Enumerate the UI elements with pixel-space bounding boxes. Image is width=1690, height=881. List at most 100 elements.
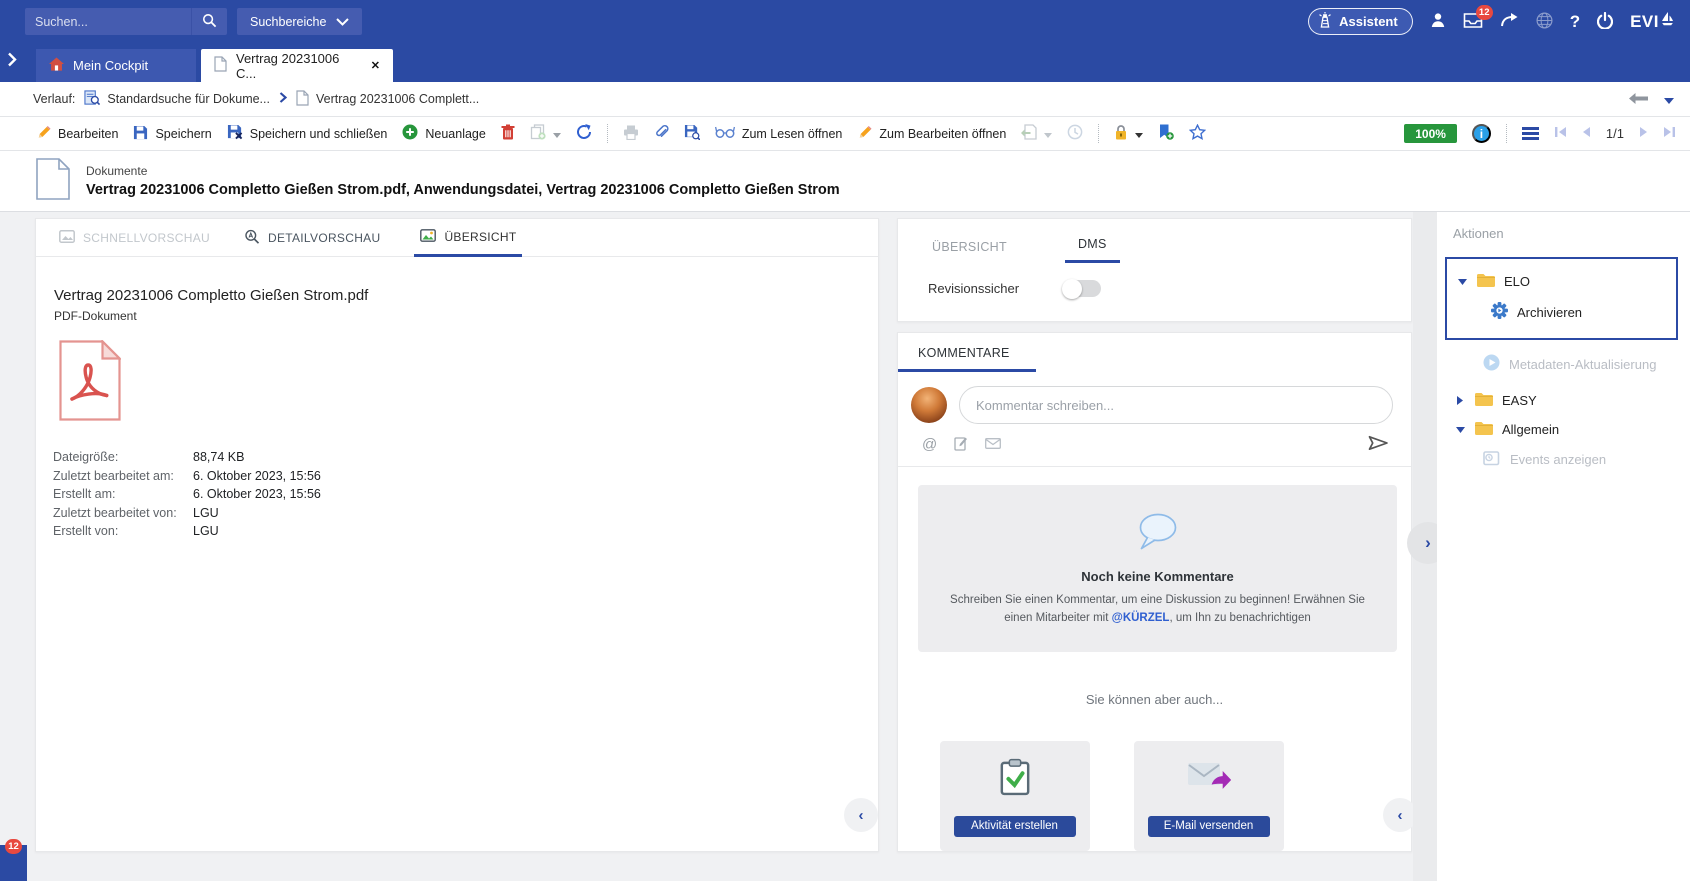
history-back-button[interactable]	[1629, 92, 1648, 107]
action-label: Events anzeigen	[1510, 452, 1606, 467]
open-read-button[interactable]: Zum Lesen öffnen	[715, 126, 843, 141]
action-archivieren[interactable]: Archivieren	[1457, 296, 1676, 328]
comment-input[interactable]	[959, 386, 1393, 424]
revision-row: Revisionssicher	[898, 263, 1411, 297]
folder-elo[interactable]: ELO	[1457, 267, 1676, 296]
compose-toolbar: @	[898, 424, 1411, 467]
globe-button[interactable]	[1536, 12, 1553, 32]
save-close-button[interactable]: Speichern und schließen	[227, 124, 388, 143]
tab-details-dms[interactable]: DMS	[1065, 237, 1120, 263]
attachment-button[interactable]	[654, 124, 669, 143]
pencil-icon	[857, 125, 872, 143]
inbox-button[interactable]: 12	[1463, 13, 1483, 31]
folder-allgemein[interactable]: Allgemein	[1449, 415, 1678, 444]
last-page-icon	[1663, 126, 1676, 141]
mention-link[interactable]: @KÜRZEL	[1112, 612, 1170, 624]
notification-badge: 12	[5, 839, 22, 854]
delete-button[interactable]	[501, 124, 515, 143]
actions-title: Aktionen	[1453, 226, 1678, 241]
folder-easy[interactable]: EASY	[1449, 386, 1678, 415]
tab-uebersicht[interactable]: ÜBERSICHT	[414, 219, 522, 257]
meta-value: LGU	[193, 522, 219, 541]
email-button[interactable]	[985, 437, 1001, 452]
collapse-preview-button[interactable]: ‹	[844, 798, 878, 832]
favorite-button[interactable]	[1189, 124, 1206, 143]
breadcrumb-item-document[interactable]: Vertrag 20231006 Complett...	[296, 90, 479, 109]
trash-icon	[501, 124, 515, 143]
lock-button[interactable]	[1114, 124, 1143, 143]
tab-schnellvorschau[interactable]: SCHNELLVORSCHAU	[59, 219, 210, 257]
new-item-label: Neuanlage	[425, 127, 485, 141]
tab-mein-cockpit[interactable]: Mein Cockpit	[36, 49, 196, 82]
menu-button[interactable]	[1522, 127, 1539, 140]
assistant-button[interactable]: Assistent	[1308, 8, 1413, 35]
open-edit-button[interactable]: Zum Bearbeiten öffnen	[857, 125, 1006, 143]
meta-row: Zuletzt bearbeitet von:LGU	[53, 504, 878, 523]
folder-label: Allgemein	[1502, 422, 1559, 437]
forward-button[interactable]	[1500, 13, 1519, 30]
details-panel: ÜBERSICHT DMS Revisionssicher	[897, 218, 1412, 322]
comments-panel: KOMMENTARE @ Noch keine Kommentare Schre…	[897, 332, 1412, 852]
user-button[interactable]	[1430, 12, 1446, 31]
checkout-button[interactable]	[1021, 124, 1052, 143]
event-clock-icon	[1483, 450, 1501, 469]
breadcrumb-separator-icon	[279, 92, 287, 106]
caret-down-icon	[1044, 127, 1052, 141]
empty-text-after: , um Ihn zu benachrichtigen	[1169, 612, 1310, 624]
alternatives-label: Sie können aber auch...	[898, 692, 1411, 707]
meta-row: Dateigröße:88,74 KB	[53, 448, 878, 467]
sidebar-expand-button[interactable]	[7, 52, 17, 70]
edit-button[interactable]: Bearbeiten	[36, 125, 118, 143]
collapsed-sidebar-strip[interactable]: 12	[0, 845, 27, 881]
save-button[interactable]: Speichern	[133, 125, 211, 143]
search-scope-button[interactable]: Suchbereiche	[237, 8, 362, 35]
tab-kommentare[interactable]: KOMMENTARE	[898, 333, 1036, 372]
bookmark-add-button[interactable]	[1158, 124, 1174, 143]
open-edit-label: Zum Bearbeiten öffnen	[879, 127, 1006, 141]
mention-button[interactable]: @	[922, 436, 937, 453]
last-page-button[interactable]	[1663, 126, 1676, 141]
action-label: Archivieren	[1517, 305, 1582, 320]
copy-button[interactable]	[530, 124, 561, 143]
close-icon[interactable]: ✕	[371, 59, 380, 72]
breadcrumb-text: Vertrag 20231006 Complett...	[316, 92, 479, 106]
save-search-button[interactable]	[684, 124, 700, 143]
send-comment-button[interactable]	[1368, 435, 1389, 454]
create-activity-button[interactable]: Aktivität erstellen	[954, 816, 1076, 837]
toolbar-divider	[607, 124, 608, 143]
caret-down-icon	[1455, 427, 1465, 433]
folder-icon	[1474, 392, 1493, 409]
history-button[interactable]	[1067, 124, 1083, 143]
print-button[interactable]	[623, 125, 639, 143]
meta-label: Zuletzt bearbeitet von:	[53, 504, 193, 523]
note-button[interactable]	[954, 436, 968, 454]
new-item-button[interactable]: Neuanlage	[402, 124, 485, 143]
breadcrumb: Verlauf: Standardsuche für Dokume... Ver…	[0, 82, 1690, 117]
refresh-button[interactable]	[576, 124, 592, 143]
inbox-badge: 12	[1476, 5, 1493, 20]
note-pen-icon	[954, 436, 968, 454]
image-icon	[59, 230, 75, 246]
breadcrumb-item-search[interactable]: Standardsuche für Dokume...	[84, 90, 270, 109]
envelope-forward-icon	[1187, 758, 1231, 801]
search-button[interactable]	[191, 8, 227, 35]
revision-toggle[interactable]	[1063, 280, 1101, 297]
history-dropdown-button[interactable]	[1664, 92, 1674, 107]
first-page-button[interactable]	[1554, 126, 1567, 141]
tab-detailvorschau[interactable]: DETAILVORSCHAU	[244, 219, 380, 257]
help-button[interactable]: ?	[1570, 12, 1580, 32]
floppy-close-icon	[227, 124, 243, 143]
document-export-icon	[1021, 124, 1037, 143]
search-input[interactable]	[25, 8, 191, 35]
info-button[interactable]: i	[1472, 124, 1491, 143]
next-page-button[interactable]	[1639, 126, 1648, 141]
prev-page-button[interactable]	[1582, 126, 1591, 141]
meta-label: Dateigröße:	[53, 448, 193, 467]
tab-details-uebersicht[interactable]: ÜBERSICHT	[919, 240, 1020, 263]
tab-document[interactable]: Vertrag 20231006 C... ✕	[201, 49, 393, 82]
logout-button[interactable]	[1597, 12, 1613, 32]
content-area: SCHNELLVORSCHAU DETAILVORSCHAU ÜBERSICHT…	[0, 212, 1690, 881]
envelope-icon	[985, 437, 1001, 452]
send-email-button[interactable]: E-Mail versenden	[1148, 816, 1270, 837]
collapse-comments-button[interactable]: ‹	[1383, 798, 1417, 832]
